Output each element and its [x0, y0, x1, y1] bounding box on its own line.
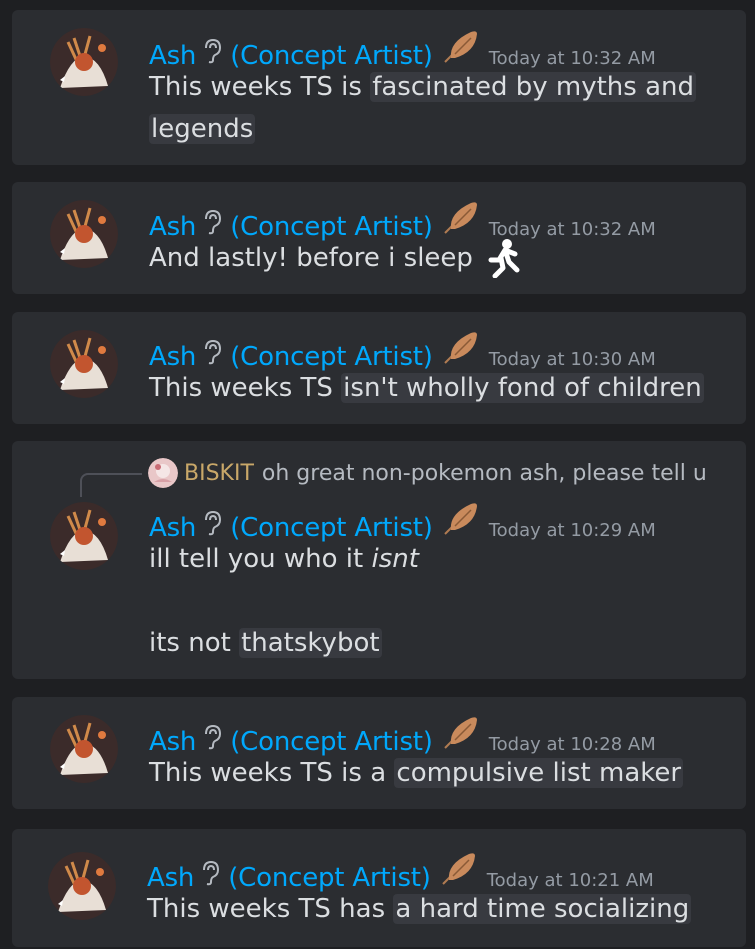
spoiler-highlight[interactable]: legends	[149, 114, 256, 144]
message-content: This weeks TS is fascinated by myths and	[149, 66, 696, 108]
reply-spine	[80, 473, 142, 497]
author-avatar[interactable]	[50, 330, 118, 398]
feather-icon	[441, 714, 481, 750]
ear-icon	[200, 724, 224, 750]
spoiler-highlight[interactable]: fascinated by myths and	[370, 72, 696, 102]
message-text: ill tell you who it	[149, 544, 372, 574]
reply-preview[interactable]: BISKIT oh great non-pokemon ash, please …	[148, 458, 718, 488]
spoiler-highlight[interactable]: compulsive list maker	[394, 758, 684, 788]
message-text: This weeks TS is a	[149, 758, 395, 788]
message-content: This weeks TS is a compulsive list maker	[149, 752, 684, 794]
message-emphasis: isnt	[371, 544, 419, 574]
message-text: This weeks TS is	[149, 72, 371, 102]
ear-icon	[198, 860, 222, 886]
author-avatar[interactable]	[50, 28, 118, 96]
feather-icon	[439, 850, 479, 886]
ear-icon	[200, 339, 224, 365]
message-content-continued: legends	[149, 108, 256, 150]
reply-author[interactable]: BISKIT	[184, 461, 254, 486]
message-content-continued: its not thatskybot	[149, 622, 382, 664]
spoiler-highlight[interactable]: thatskybot	[239, 628, 382, 658]
author-avatar[interactable]	[50, 715, 118, 783]
message-text: This weeks TS has	[147, 894, 394, 924]
feather-icon	[441, 500, 481, 536]
message-content: This weeks TS has a hard time socializin…	[147, 888, 692, 930]
spoiler-highlight[interactable]: a hard time socializing	[393, 894, 692, 924]
spoiler-highlight[interactable]: isn't wholly fond of children	[341, 373, 704, 403]
message-content: And lastly! before i sleep	[149, 237, 525, 279]
timestamp[interactable]: Today at 10:29 AM	[489, 520, 656, 541]
feather-icon	[441, 199, 481, 235]
ear-icon	[200, 209, 224, 235]
message-text: And lastly! before i sleep	[149, 243, 482, 273]
message-text: This weeks TS	[149, 373, 342, 403]
message-text: its not	[149, 628, 240, 658]
ear-icon	[200, 38, 224, 64]
message-content: ill tell you who it isnt	[149, 538, 419, 580]
person-running-icon	[485, 238, 525, 279]
reply-avatar	[148, 458, 178, 488]
author-avatar[interactable]	[50, 502, 118, 570]
ear-icon	[200, 510, 224, 536]
author-avatar[interactable]	[48, 852, 116, 920]
feather-icon	[441, 329, 481, 365]
feather-icon	[441, 28, 481, 64]
message-feed: Ash (Concept Artist) Today at 10:32 AM T…	[0, 0, 755, 949]
author-avatar[interactable]	[50, 200, 118, 268]
message-content: This weeks TS isn't wholly fond of child…	[149, 367, 704, 409]
reply-text[interactable]: oh great non-pokemon ash, please tell u	[262, 461, 707, 486]
